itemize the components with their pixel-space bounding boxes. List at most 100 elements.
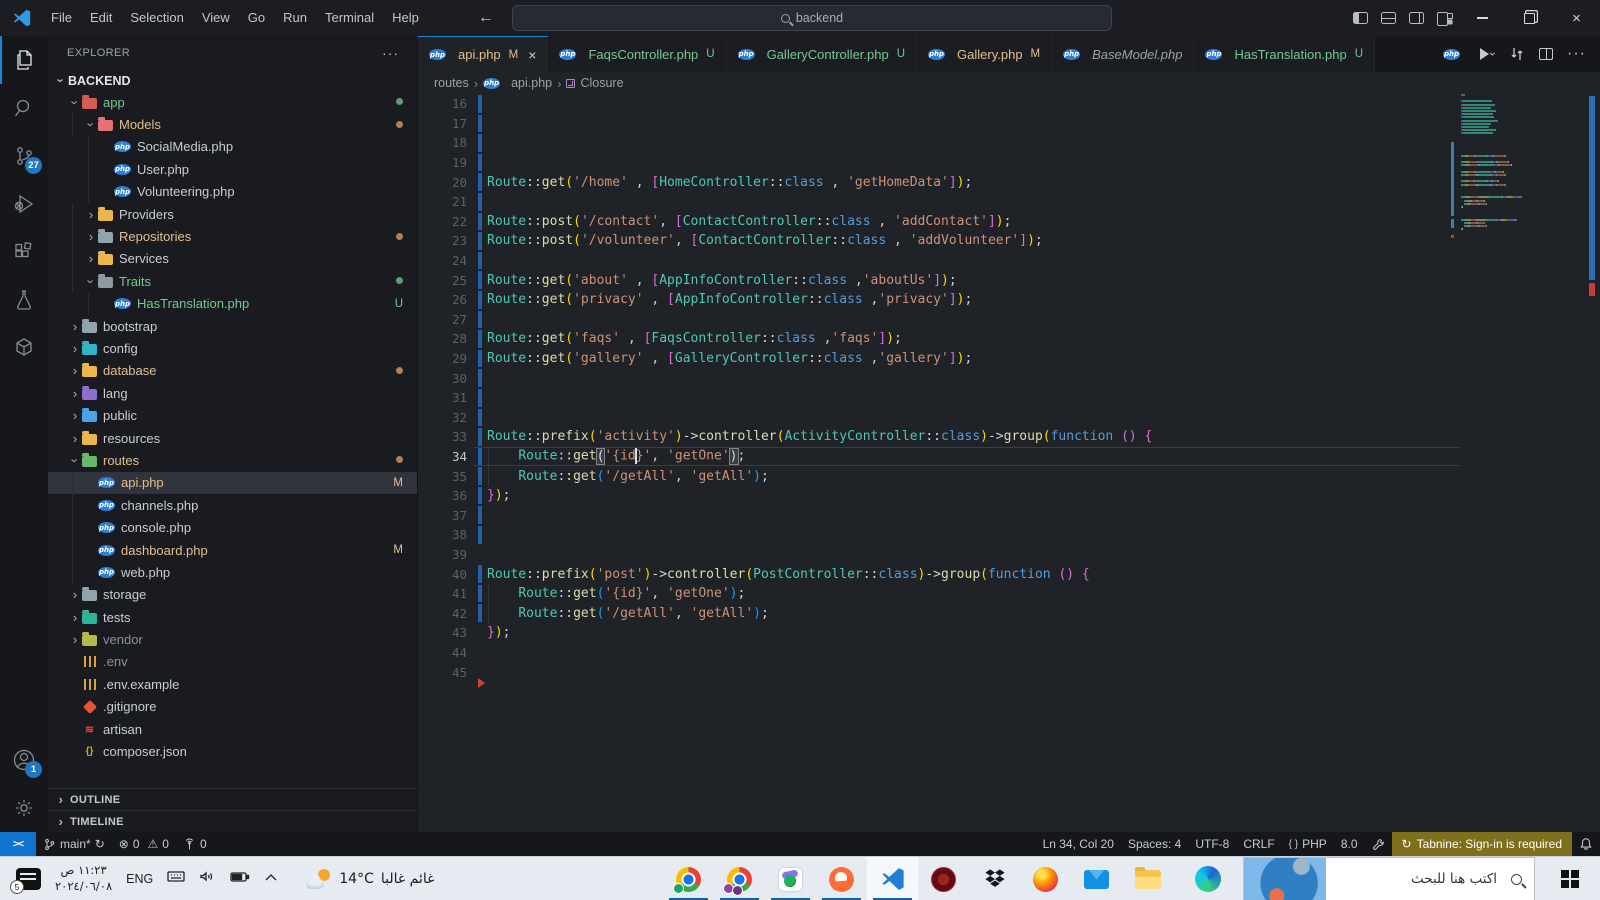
tree-item-console.php[interactable]: phpconsole.php: [48, 516, 417, 538]
close-icon[interactable]: ×: [528, 47, 536, 63]
code-line-33[interactable]: 33Route::prefix('activity')->controller(…: [418, 427, 1600, 447]
tab-gallery.php[interactable]: phpGallery.phpM: [917, 36, 1052, 72]
tab-gallerycontroller.php[interactable]: phpGalleryController.phpU: [727, 36, 917, 72]
code-line-36[interactable]: 36});: [418, 486, 1600, 506]
tree-item-app[interactable]: ›app: [48, 91, 417, 113]
tree-item-public[interactable]: ›public: [48, 404, 417, 426]
tab-hastranslation.php[interactable]: phpHasTranslation.phpU: [1194, 36, 1375, 72]
code-line-38[interactable]: 38: [418, 525, 1600, 545]
menu-terminal[interactable]: Terminal: [316, 5, 383, 31]
cursor-position[interactable]: Ln 34, Col 20: [1036, 832, 1121, 856]
code-line-17[interactable]: 17: [418, 114, 1600, 134]
code-line-22[interactable]: 22Route::post('/contact', [ContactContro…: [418, 212, 1600, 232]
encoding[interactable]: UTF-8: [1188, 832, 1236, 856]
tree-item-channels.php[interactable]: phpchannels.php: [48, 494, 417, 516]
code-line-34[interactable]: 34 Route::get('{id}', 'getOne');: [418, 447, 1600, 467]
code-line-39[interactable]: 39: [418, 545, 1600, 565]
code-line-21[interactable]: 21: [418, 192, 1600, 212]
chrome-icon[interactable]: [663, 857, 714, 900]
tree-item-api.php[interactable]: phpapi.phpM: [48, 472, 417, 494]
tab-faqscontroller.php[interactable]: phpFaqsController.phpU: [548, 36, 726, 72]
more-actions-icon[interactable]: ···: [1567, 45, 1586, 63]
tree-item-storage[interactable]: ›storage: [48, 584, 417, 606]
code-line-28[interactable]: 28Route::get('faqs' , [FaqsController::c…: [418, 329, 1600, 349]
explorer-icon[interactable]: [1122, 857, 1173, 900]
testing-icon[interactable]: [0, 276, 48, 324]
minimize-button[interactable]: [1459, 0, 1506, 36]
menu-run[interactable]: Run: [274, 5, 316, 31]
git-branch-status[interactable]: main* ↻: [36, 832, 112, 856]
code-line-42[interactable]: 42 Route::get('/getAll', 'getAll');: [418, 603, 1600, 623]
code-line-32[interactable]: 32: [418, 408, 1600, 428]
language-mode[interactable]: { }PHP: [1282, 832, 1334, 856]
minimap[interactable]: [1451, 94, 1561, 354]
postman-icon[interactable]: [816, 857, 867, 900]
tree-item-models[interactable]: ›Models: [48, 113, 417, 135]
menu-go[interactable]: Go: [239, 5, 274, 31]
command-center-search[interactable]: backend: [512, 5, 1112, 31]
code-line-35[interactable]: 35 Route::get('/getAll', 'getAll');: [418, 466, 1600, 486]
start-button[interactable]: [1561, 870, 1579, 888]
code-line-18[interactable]: 18: [418, 133, 1600, 153]
tree-item-volunteering.php[interactable]: phpVolunteering.php: [48, 181, 417, 203]
run-debug-icon[interactable]: [0, 180, 48, 228]
code-line-24[interactable]: 24: [418, 251, 1600, 271]
tab-api.php[interactable]: phpapi.phpM×: [418, 36, 548, 72]
code-line-45[interactable]: 45: [418, 662, 1600, 682]
explorer-icon[interactable]: [0, 36, 48, 84]
speaker-icon[interactable]: [199, 869, 216, 889]
firefox-icon[interactable]: [1020, 857, 1071, 900]
tree-item-artisan[interactable]: ≋artisan: [48, 718, 417, 740]
code-line-31[interactable]: 31: [418, 388, 1600, 408]
code-line-29[interactable]: 29Route::get('gallery' , [GalleryControl…: [418, 349, 1600, 369]
tree-item-socialmedia.php[interactable]: phpSocialMedia.php: [48, 136, 417, 158]
tree-item-database[interactable]: ›database: [48, 360, 417, 382]
explorer-actions-icon[interactable]: ···: [382, 36, 399, 70]
toggle-secondary-sidebar-icon[interactable]: [1409, 12, 1424, 24]
tree-item-dashboard.php[interactable]: phpdashboard.phpM: [48, 539, 417, 561]
package-extension-icon[interactable]: [0, 324, 48, 372]
todo-icon[interactable]: [765, 857, 816, 900]
code-line-25[interactable]: 25Route::get('about' , [AppInfoControlle…: [418, 270, 1600, 290]
settings-gear-icon[interactable]: [0, 784, 48, 832]
eol-sequence[interactable]: CRLF: [1236, 832, 1281, 856]
tree-item-lang[interactable]: ›lang: [48, 382, 417, 404]
code-line-16[interactable]: 16: [418, 94, 1600, 114]
code-line-44[interactable]: 44: [418, 643, 1600, 663]
menu-file[interactable]: File: [42, 5, 81, 31]
taskbar-search[interactable]: اكتب هنا للبحث: [1243, 857, 1535, 900]
tree-item-repositories[interactable]: ›Repositories: [48, 225, 417, 247]
input-language[interactable]: ENG: [126, 872, 153, 886]
compare-changes-icon[interactable]: [1509, 46, 1525, 62]
accounts-icon[interactable]: 1: [0, 736, 48, 784]
tree-item-.env.example[interactable]: .env.example: [48, 673, 417, 695]
breadcrumb-symbol[interactable]: Closure: [580, 76, 623, 90]
clock[interactable]: ١١:٢٣ ص ٢٠٢٤/٠٦/٠٨: [55, 863, 112, 894]
workspace-section[interactable]: › BACKEND: [48, 70, 417, 91]
code-line-26[interactable]: 26Route::get('privacy' , [AppInfoControl…: [418, 290, 1600, 310]
close-button[interactable]: ×: [1553, 0, 1600, 36]
vscode-icon[interactable]: [867, 857, 918, 900]
split-editor-icon[interactable]: [1539, 48, 1553, 60]
breadcrumb-file[interactable]: api.php: [511, 76, 552, 90]
code-line-43[interactable]: 43});: [418, 623, 1600, 643]
menu-selection[interactable]: Selection: [121, 5, 192, 31]
toggle-panel-icon[interactable]: [1381, 12, 1396, 24]
run-file-button[interactable]: ›: [1480, 47, 1495, 61]
touch-keyboard-icon[interactable]: [167, 869, 185, 889]
nav-back-icon[interactable]: ←: [478, 9, 494, 27]
customize-layout-icon[interactable]: [1437, 12, 1452, 24]
extensions-icon[interactable]: [0, 228, 48, 276]
code-line-40[interactable]: 40Route::prefix('post')->controller(Post…: [418, 564, 1600, 584]
tree-item-bootstrap[interactable]: ›bootstrap: [48, 315, 417, 337]
weather-widget[interactable]: 14°C غائم غالبا: [306, 869, 434, 889]
code-line-19[interactable]: 19: [418, 153, 1600, 173]
tree-item-routes[interactable]: ›routes: [48, 449, 417, 471]
tree-item-traits[interactable]: ›Traits: [48, 270, 417, 292]
mail-icon[interactable]: [1071, 857, 1122, 900]
tree-item-.env[interactable]: .env: [48, 651, 417, 673]
remote-indicator[interactable]: ><: [0, 832, 36, 856]
dropbox-icon[interactable]: [969, 857, 1020, 900]
battery-icon[interactable]: [230, 870, 250, 889]
wrench-icon[interactable]: [1365, 832, 1392, 856]
